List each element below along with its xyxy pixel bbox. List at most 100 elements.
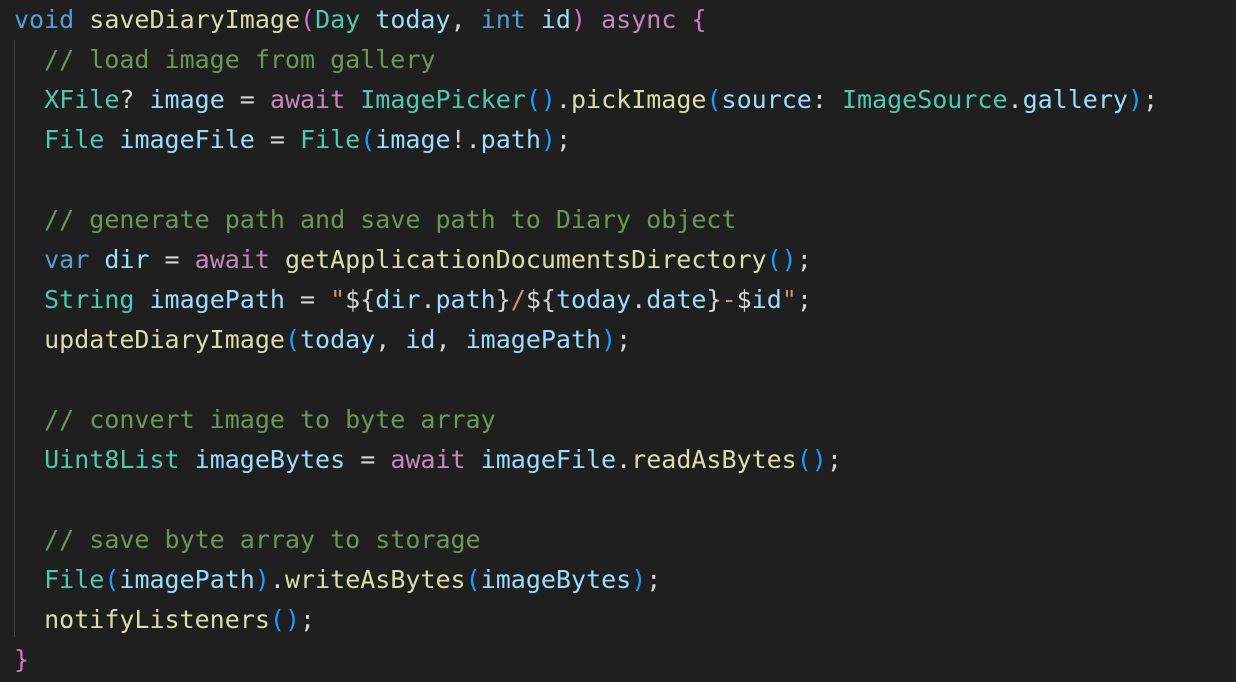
code-line[interactable]: notifyListeners(); <box>14 600 315 640</box>
code-token: () <box>766 245 797 274</box>
code-token: imageBytes <box>480 565 632 594</box>
code-token: = <box>149 245 195 274</box>
code-token: " <box>781 285 797 314</box>
code-line[interactable]: // load image from gallery <box>14 40 435 80</box>
code-token: path <box>435 285 496 314</box>
code-token: () <box>525 85 556 114</box>
code-token: ) <box>1127 85 1143 114</box>
code-line[interactable]: String imagePath = "${dir.path}/${today.… <box>14 280 812 320</box>
code-token: gallery <box>1022 85 1128 114</box>
code-token: writeAsBytes <box>284 565 466 594</box>
code-token: } <box>14 645 30 674</box>
code-line[interactable]: File imageFile = File(image!.path); <box>14 120 571 160</box>
code-token: ( <box>284 325 300 354</box>
code-token: ) <box>570 5 587 34</box>
code-token: id <box>405 325 436 354</box>
code-token: } <box>495 285 511 314</box>
code-line[interactable]: Uint8List imageBytes = await imageFile.r… <box>14 440 842 480</box>
code-token: . <box>420 285 436 314</box>
code-token: path <box>480 125 541 154</box>
code-token: dir <box>375 285 421 314</box>
code-token: // generate path and save path to Diary … <box>44 205 737 234</box>
code-token: ; <box>300 605 316 634</box>
code-token: () <box>796 445 827 474</box>
code-token: - <box>721 285 737 314</box>
code-token: void <box>14 5 75 34</box>
code-token: getApplicationDocumentsDirectory <box>284 245 767 274</box>
code-token: $ <box>736 285 752 314</box>
code-token: Day <box>315 5 361 34</box>
code-token: ; <box>1143 85 1159 114</box>
code-line[interactable]: XFile? image = await ImagePicker().pickI… <box>14 80 1158 120</box>
code-token: File <box>300 125 361 154</box>
code-token: // save byte array to storage <box>44 525 481 554</box>
code-token: ; <box>555 125 572 154</box>
code-token: () <box>269 605 300 634</box>
code-token: , <box>435 325 466 354</box>
code-line[interactable]: var dir = await getApplicationDocumentsD… <box>14 240 812 280</box>
code-line[interactable]: updateDiaryImage(today, id, imagePath); <box>14 320 631 360</box>
code-token: ( <box>465 565 481 594</box>
code-token: image <box>149 85 225 114</box>
code-token: . <box>616 445 632 474</box>
code-token: / <box>510 285 526 314</box>
code-token: var <box>44 245 90 274</box>
code-token: dir <box>104 245 150 274</box>
code-line[interactable]: // convert image to byte array <box>14 400 496 440</box>
code-token: ) <box>540 125 556 154</box>
code-token: ImagePicker <box>360 85 526 114</box>
code-token: await <box>269 85 346 114</box>
code-token: Uint8List <box>44 445 180 474</box>
code-token: ( <box>360 125 376 154</box>
code-token: imageFile <box>119 125 255 154</box>
code-line[interactable]: // generate path and save path to Diary … <box>14 200 736 240</box>
code-token: . <box>1007 85 1023 114</box>
code-line[interactable]: // save byte array to storage <box>14 520 481 560</box>
code-token: ( <box>104 565 120 594</box>
code-token: ) <box>601 325 617 354</box>
code-token: = <box>345 445 391 474</box>
code-line[interactable]: void saveDiaryImage(Day today, int id) a… <box>14 0 707 40</box>
code-token: = <box>284 285 331 314</box>
code-token: notifyListeners <box>44 605 270 634</box>
code-token: imagePath <box>119 565 255 594</box>
code-editor[interactable]: void saveDiaryImage(Day today, int id) a… <box>0 0 1236 682</box>
code-token: } <box>706 285 722 314</box>
code-token: today <box>375 5 451 34</box>
code-token: ; <box>796 245 812 274</box>
code-line[interactable]: File(imagePath).writeAsBytes(imageBytes)… <box>14 560 661 600</box>
code-token: id <box>751 285 782 314</box>
code-token: File <box>44 125 105 154</box>
code-token: date <box>646 285 707 314</box>
code-token: saveDiaryImage <box>89 5 300 34</box>
code-token: = <box>254 125 301 154</box>
code-token: imageBytes <box>194 445 346 474</box>
code-token: ; <box>796 285 812 314</box>
code-token: image <box>375 125 451 154</box>
code-token: imagePath <box>465 325 602 354</box>
code-token: id <box>540 5 571 34</box>
code-token: readAsBytes <box>631 445 797 474</box>
code-token: ( <box>706 85 722 114</box>
code-token: File <box>44 565 105 594</box>
code-line[interactable]: } <box>14 640 29 680</box>
code-token: // convert image to byte array <box>44 405 496 434</box>
